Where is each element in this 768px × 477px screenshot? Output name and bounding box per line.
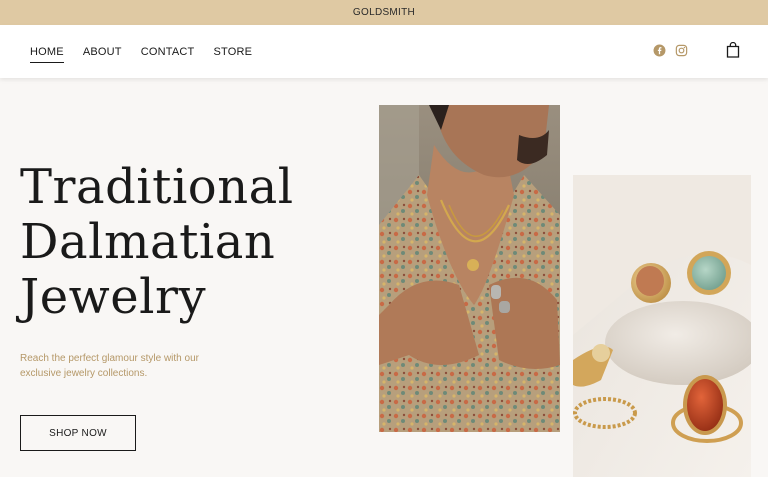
hero-subtitle: Reach the perfect glamour style with our… [20, 351, 220, 381]
hero-title-line: Jewelry [20, 269, 207, 325]
instagram-icon[interactable] [675, 44, 688, 57]
hero-title-line: Dalmatian [20, 214, 276, 270]
nav-contact[interactable]: CONTACT [141, 44, 195, 60]
announcement-bar: GOLDSMITH [0, 0, 768, 25]
hero-subtitle-line: exclusive jewelry collections. [20, 368, 148, 379]
rings-photo [573, 175, 751, 477]
hero-title: Traditional Dalmatian Jewelry [20, 160, 294, 325]
model-necklace-photo [379, 105, 560, 432]
nav-store[interactable]: STORE [213, 44, 252, 60]
nav-about[interactable]: ABOUT [83, 44, 122, 60]
main-nav: HOME ABOUT CONTACT STORE [30, 25, 271, 78]
facebook-icon[interactable] [653, 44, 666, 57]
hero-title-line: Traditional [20, 159, 294, 215]
announcement-text: GOLDSMITH [352, 7, 416, 18]
site-header: HOME ABOUT CONTACT STORE [0, 25, 768, 78]
hero-subtitle-line: Reach the perfect glamour style with our [20, 353, 199, 364]
shopping-bag-icon[interactable] [726, 42, 740, 58]
social-links [653, 44, 697, 57]
nav-home[interactable]: HOME [30, 44, 64, 63]
shop-now-button[interactable]: SHOP NOW [20, 415, 136, 451]
